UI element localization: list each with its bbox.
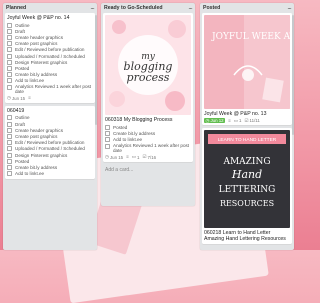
checkbox-icon[interactable]	[7, 134, 12, 140]
checkbox-icon[interactable]	[7, 47, 12, 53]
comments-badge: ▭ 1	[233, 117, 242, 123]
checklist-item[interactable]: Edit / Reviewed before publication	[7, 47, 93, 53]
comments-badge: ▭ 1	[131, 154, 140, 160]
hand-lettering-cover: LEARN TO HAND LETTER AMAZING Hand LETTER…	[204, 130, 290, 228]
cover-subtitle: LEARN TO HAND LETTER	[218, 137, 277, 143]
description-icon: ≡	[28, 95, 31, 101]
checkbox-outline-icon: ☑	[142, 154, 147, 160]
add-card-button[interactable]: Add a card...	[101, 165, 195, 176]
card[interactable]: my blogging process 060318 My Blogging P…	[103, 13, 193, 162]
card[interactable]: JOYFUL WEEK AT Joyful Week @ P&P no. 13 …	[202, 13, 292, 125]
checklist-badge: ☑ 7/16	[142, 154, 157, 160]
card[interactable]: 060419 Outline Draft Create header graph…	[5, 105, 95, 179]
checkbox-icon[interactable]	[7, 140, 12, 146]
list-planned: Planned ... Joyful Week @ P&P no. 14 Out…	[3, 3, 97, 250]
card-title: Joyful Week @ P&P no. 13	[204, 111, 267, 117]
description-icon: ≡	[228, 117, 231, 123]
checkbox-icon[interactable]	[105, 124, 110, 130]
checklist-badge: ☑ 11/11	[244, 117, 260, 123]
checkbox-icon[interactable]	[7, 53, 12, 59]
card-badges: ◷ Jun 12 ≡ ▭ 1 ☑ 11/11	[204, 118, 290, 123]
due-date-badge[interactable]: ◷ Jun 15	[7, 96, 25, 101]
checkbox-icon[interactable]	[7, 158, 12, 164]
checkbox-icon[interactable]	[7, 22, 12, 28]
checklist-item[interactable]: Analytics Reviewed 1 week after post dat…	[105, 143, 191, 154]
list-menu-icon[interactable]: ...	[287, 5, 291, 11]
list-posted: Posted ... JOYFUL WEEK AT Joyful Week @ …	[200, 3, 294, 250]
checkbox-icon[interactable]	[7, 121, 12, 127]
checkbox-icon[interactable]	[7, 164, 12, 170]
checkbox-icon[interactable]	[7, 28, 12, 34]
checkbox-icon[interactable]	[7, 171, 12, 177]
due-date-badge[interactable]: ◷ Jun 15	[105, 154, 123, 160]
checkbox-icon[interactable]	[105, 143, 110, 149]
checkbox-icon[interactable]	[7, 152, 12, 158]
cover-line1: AMAZING	[222, 157, 270, 167]
checkbox-icon[interactable]	[7, 127, 12, 133]
description-icon: ≡	[126, 154, 129, 160]
checkbox-icon[interactable]	[105, 136, 110, 142]
list-title: Planned	[6, 4, 27, 11]
checklist-item[interactable]: Edit / Reviewed before publication	[7, 140, 93, 146]
checklist: Outline Draft Create header graphics Cre…	[7, 115, 93, 177]
scrollbar[interactable]	[95, 15, 97, 125]
card-title: 060218 Learn to Hand Letter Amazing Hand…	[204, 230, 286, 242]
list-header: Ready to Go-Scheduled ...	[101, 3, 195, 12]
list-menu-icon[interactable]: ...	[90, 5, 94, 11]
due-date-badge[interactable]: ◷ Jun 12	[204, 117, 226, 123]
list-title: Ready to Go-Scheduled	[104, 4, 163, 11]
cover-line4: RESOURCES	[220, 199, 274, 208]
card-cover-image: JOYFUL WEEK AT	[204, 15, 290, 109]
list-header: Posted ...	[200, 3, 294, 12]
checkbox-icon[interactable]	[7, 59, 12, 65]
blogging-process-cover: my blogging process	[105, 15, 191, 115]
checkbox-icon[interactable]	[7, 65, 12, 71]
joyful-week-cover: JOYFUL WEEK AT	[204, 15, 290, 109]
checkbox-icon[interactable]	[7, 72, 12, 78]
card-cover-image: my blogging process	[105, 15, 191, 115]
checkbox-icon[interactable]	[7, 78, 12, 84]
list-header: Planned ...	[3, 3, 97, 12]
checklist: Posted Create bit.ly address Add to link…	[105, 124, 191, 154]
checkbox-icon[interactable]	[7, 146, 12, 152]
checkbox-icon[interactable]	[7, 84, 12, 90]
card-title: 060419	[7, 107, 25, 114]
list-menu-icon[interactable]: ...	[188, 5, 192, 11]
checklist-item[interactable]: Add to linkt.ee	[7, 171, 93, 177]
checkbox-icon[interactable]	[105, 130, 110, 136]
card-badges: ◷ Jun 15 ≡ ▭ 1 ☑ 7/16	[105, 154, 191, 160]
clock-icon: ◷	[205, 117, 210, 123]
list-ready-to-go: Ready to Go-Scheduled ... my blogging pr…	[101, 3, 195, 206]
card[interactable]: LEARN TO HAND LETTER AMAZING Hand LETTER…	[202, 128, 292, 244]
list-title: Posted	[203, 4, 221, 11]
card[interactable]: Joyful Week @ P&P no. 14 Outline Draft C…	[5, 13, 95, 103]
cover-title: JOYFUL WEEK AT	[211, 32, 290, 42]
cover-line2: Hand	[231, 168, 262, 181]
comment-icon: ▭	[233, 117, 239, 123]
card-cover-image: LEARN TO HAND LETTER AMAZING Hand LETTER…	[204, 130, 290, 228]
comment-icon: ▭	[131, 154, 137, 160]
checkbox-outline-icon: ☑	[244, 117, 249, 123]
checklist-item[interactable]: Uploaded / Formatted / Scheduled	[7, 53, 93, 59]
checklist-item[interactable]: Uploaded / Formatted / Scheduled	[7, 146, 93, 152]
checklist-item[interactable]: Analytics Reviewed 1 week after post dat…	[7, 84, 93, 95]
clock-icon: ◷	[105, 154, 109, 160]
checklist: Outline Draft Create header graphics Cre…	[7, 22, 93, 95]
board: Planned ... Joyful Week @ P&P no. 14 Out…	[0, 0, 300, 250]
cover-line3: LETTERING	[219, 185, 276, 195]
checkbox-icon[interactable]	[7, 34, 12, 40]
checkbox-icon[interactable]	[7, 115, 12, 121]
checkbox-icon[interactable]	[7, 41, 12, 47]
card-title: Joyful Week @ P&P no. 14	[7, 15, 70, 21]
scrollbar[interactable]	[292, 15, 294, 135]
cover-title-line3: process	[127, 71, 170, 84]
card-badges: ◷ Jun 15 ≡	[7, 96, 93, 101]
card-title: 060318 My Blogging Process	[105, 117, 173, 123]
clock-icon: ◷	[7, 95, 11, 101]
